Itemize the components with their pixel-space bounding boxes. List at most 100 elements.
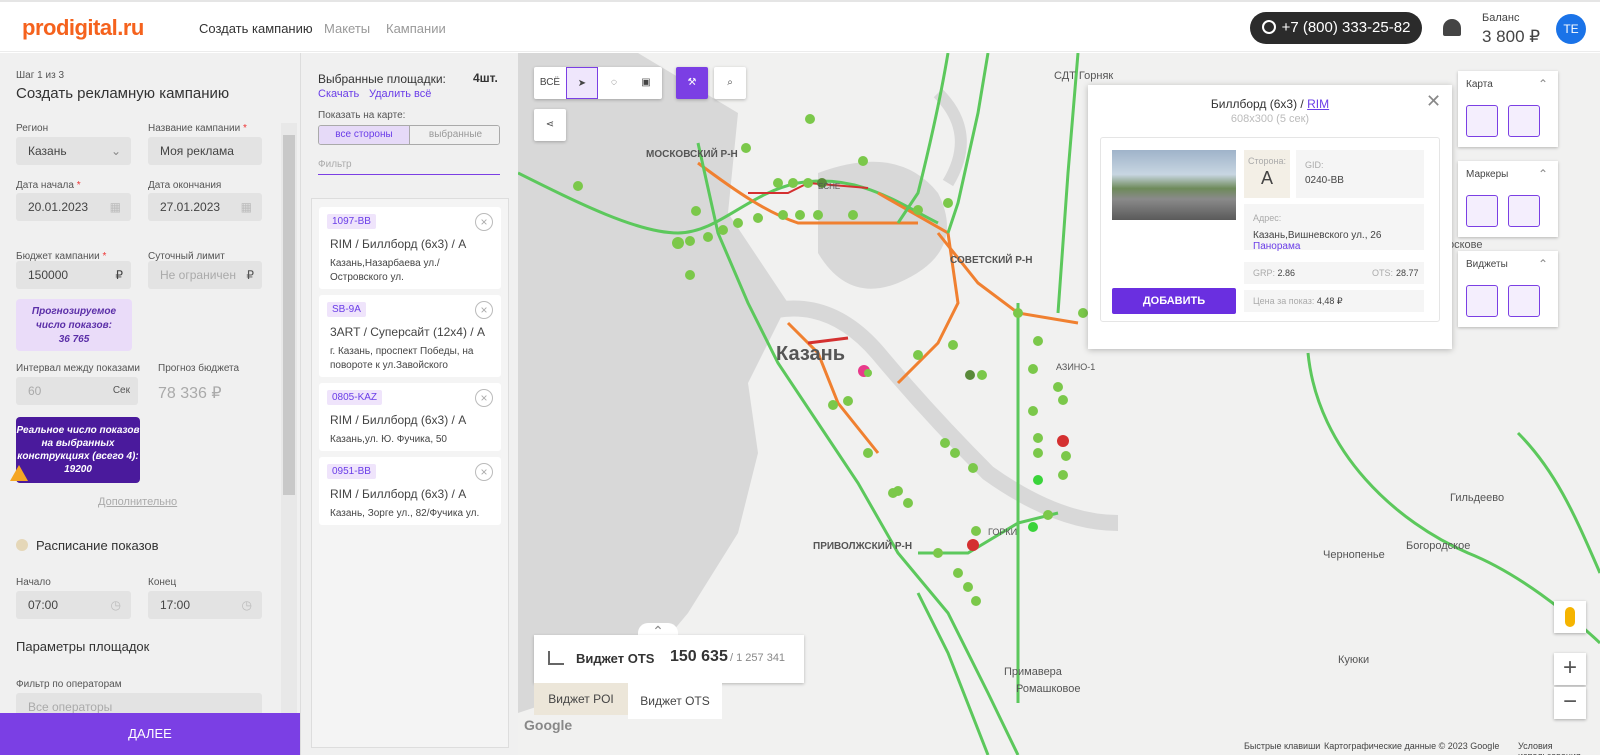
daily-limit-input[interactable]: Не ограничен ₽ <box>148 261 262 289</box>
nav-create-campaign[interactable]: Создать кампанию <box>199 21 313 36</box>
list-item[interactable]: 0951-BB × RIM / Биллборд (6x3) / A Казан… <box>319 457 501 525</box>
add-button[interactable]: ДОБАВИТЬ <box>1112 288 1236 314</box>
ots-title: Виджет OTS <box>576 651 655 666</box>
road <box>946 53 990 234</box>
region-select[interactable]: Казань ⌄ <box>16 137 131 165</box>
phone-button[interactable]: +7 (800) 333-25-82 <box>1250 12 1422 44</box>
start-date-input[interactable]: 20.01.2023 ▦ <box>16 193 131 221</box>
interval-label: Интервал между показами <box>16 363 140 374</box>
close-icon[interactable]: ✕ <box>1426 91 1441 112</box>
nav-layouts[interactable]: Макеты <box>324 21 370 36</box>
map-pin-icon[interactable] <box>1508 285 1540 317</box>
widget-title: Маркеры <box>1466 169 1509 180</box>
time-start-input[interactable]: 07:00 ◷ <box>16 591 131 619</box>
share-button[interactable]: ⋖ <box>534 109 566 141</box>
popup-details: Сторона: A GID: 0240-BB Адрес: Казань,Вишне… <box>1100 137 1440 322</box>
bell-icon[interactable] <box>1443 19 1461 36</box>
zoom-out-button[interactable]: − <box>1554 687 1586 719</box>
compass-icon[interactable] <box>1466 195 1498 227</box>
scrollbar-thumb[interactable] <box>283 135 295 495</box>
list-item[interactable]: 0805-KAZ × RIM / Биллборд (6x3) / A Каза… <box>319 383 501 451</box>
campaign-name-label: Название кампании * <box>148 123 247 134</box>
search-button[interactable]: ⌕ <box>714 67 746 99</box>
logo[interactable]: prodigital.ru <box>22 15 144 41</box>
top-bar: prodigital.ru Создать кампанию Макеты Ка… <box>0 0 1600 52</box>
close-icon[interactable]: × <box>475 301 493 319</box>
list-item[interactable]: 1097-BB × RIM / Биллборд (6x3) / A Казан… <box>319 207 501 289</box>
list-item[interactable]: SB-9A × 3ART / Суперсайт (12x4) / A г. К… <box>319 295 501 377</box>
calendar-icon[interactable] <box>1508 195 1540 227</box>
show-on-map-label: Показать на карте: <box>318 110 406 121</box>
item-tag: 0951-BB <box>327 464 376 479</box>
tab-ots[interactable]: Виджет OTS <box>628 683 722 719</box>
calendar-icon: ▦ <box>240 200 252 214</box>
map-label: СДТ Горняк <box>1054 70 1113 82</box>
budget-input[interactable]: 150000 ₽ <box>16 261 131 289</box>
seg-selected[interactable]: выбранные <box>410 126 499 144</box>
map-label-district: ПРИВОЛЖСКИЙ Р-Н <box>813 539 912 552</box>
item-tag: 0805-KAZ <box>327 390 383 405</box>
map-label-district: СОВЕТСКИЙ Р-Н <box>950 253 1032 266</box>
bar-chart-icon <box>548 651 564 665</box>
widgets-panel: Виджеты ⌃ <box>1458 251 1558 327</box>
next-button[interactable]: ДАЛЕЕ <box>0 713 300 755</box>
brush-icon: ⚒ <box>687 77 697 88</box>
close-icon[interactable]: × <box>475 213 493 231</box>
campaign-name-input[interactable]: Моя реклама <box>148 137 262 165</box>
selected-count: 4шт. <box>473 71 498 85</box>
time-end-input[interactable]: 17:00 ◷ <box>148 591 262 619</box>
pipette-icon[interactable] <box>1508 105 1540 137</box>
chevron-up-icon[interactable]: ⌃ <box>1538 257 1548 271</box>
bar-chart-icon[interactable] <box>1466 285 1498 317</box>
side-box: Сторона: A <box>1244 150 1290 198</box>
zoom-in-button[interactable]: + <box>1554 653 1586 685</box>
tool-all[interactable]: ВСЁ <box>534 67 566 99</box>
map[interactable]: Казань МОСКОВСКИЙ Р-Н СОВЕТСКИЙ Р-Н ПРИВ… <box>518 53 1600 755</box>
navigation-icon[interactable]: ➤ <box>566 67 598 99</box>
map-label: Чернопенье <box>1323 549 1385 561</box>
car-icon[interactable] <box>1466 105 1498 137</box>
scrollbar[interactable] <box>281 123 297 713</box>
gid-box: GID: 0240-BB <box>1296 150 1424 198</box>
owner-link[interactable]: RIM <box>1307 97 1329 111</box>
region-label: Регион <box>16 123 49 134</box>
markers-widget-panel: Маркеры ⌃ <box>1458 161 1558 237</box>
panorama-link[interactable]: Панорама <box>1253 241 1300 252</box>
tab-poi[interactable]: Виджет POI <box>534 683 628 715</box>
lasso-icon[interactable]: ◌ <box>598 67 630 99</box>
interval-input[interactable]: 60 Сек <box>16 377 138 405</box>
download-link[interactable]: Скачать <box>318 88 359 100</box>
close-icon[interactable]: × <box>475 463 493 481</box>
help-icon[interactable] <box>16 539 28 551</box>
road <box>1516 431 1600 574</box>
map-label: Ромашковое <box>1016 683 1081 695</box>
end-date-input[interactable]: 27.01.2023 ▦ <box>148 193 262 221</box>
delete-all-link[interactable]: Удалить всё <box>369 88 431 100</box>
shortcuts-link[interactable]: Быстрые клавиши <box>1244 741 1320 751</box>
map-data-credit: Картографические данные © 2023 Google <box>1324 741 1500 751</box>
filter-input[interactable]: Фильтр <box>318 159 500 175</box>
ots-value: 150 635 <box>670 648 728 665</box>
budget-forecast-value: 78 336 ₽ <box>158 385 222 402</box>
chevron-up-icon[interactable]: ⌃ <box>1538 77 1548 91</box>
operators-select[interactable]: Все операторы <box>16 693 262 713</box>
billboard-photo[interactable] <box>1112 150 1236 220</box>
budget-forecast-label: Прогноз бюджета <box>158 363 240 374</box>
brush-button[interactable]: ⚒ <box>676 67 708 99</box>
calendar-icon: ▦ <box>109 200 121 214</box>
end-date-label: Дата окончания <box>148 180 222 191</box>
chevron-up-icon[interactable]: ⌃ <box>1538 167 1548 181</box>
pegman-icon[interactable] <box>1554 601 1586 633</box>
sides-toggle: все стороны выбранные <box>318 125 500 145</box>
start-date-label: Дата начала * <box>16 180 81 191</box>
excel-icon[interactable]: ▣ <box>630 67 662 99</box>
ots-total: / 1 257 341 <box>730 652 786 664</box>
seg-all-sides[interactable]: все стороны <box>319 126 410 144</box>
terms-link[interactable]: Условия использования <box>1518 741 1600 755</box>
nav-campaigns[interactable]: Кампании <box>386 21 446 36</box>
close-icon[interactable]: × <box>475 389 493 407</box>
avatar[interactable]: TE <box>1556 14 1586 44</box>
more-link[interactable]: Дополнительно <box>98 496 177 508</box>
map-label: АЗИНО-1 <box>1056 362 1095 372</box>
item-address: Казань,ул. Ю. Фучика, 50 <box>330 434 447 445</box>
